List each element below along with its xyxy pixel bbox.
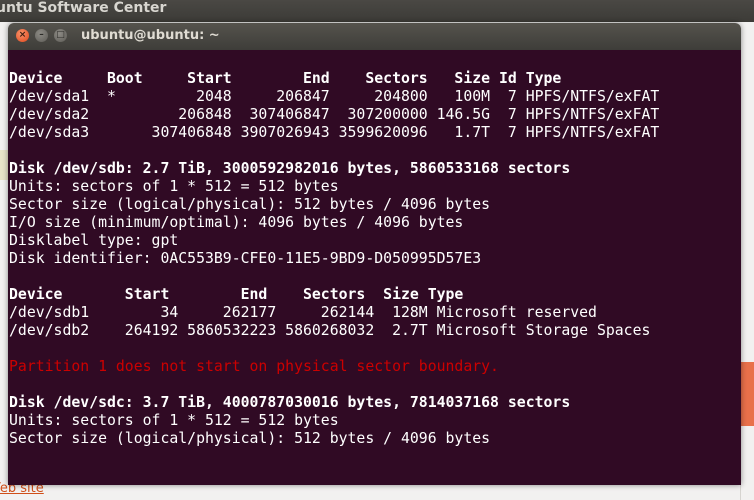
minimize-button[interactable]: –: [35, 29, 48, 42]
terminal-line: Disk /dev/sdc: 3.7 TiB, 4000787030016 by…: [9, 394, 571, 411]
terminal-line: Units: sectors of 1 * 512 = 512 bytes: [9, 178, 339, 195]
minimize-icon: –: [39, 30, 44, 40]
terminal-line: /dev/sda1 * 2048 206847 204800 100M 7 HP…: [9, 88, 660, 105]
background-highlight-strip: [0, 150, 8, 180]
close-button[interactable]: ×: [16, 29, 29, 42]
terminal-line: Device Start End Sectors Size Type: [9, 286, 464, 303]
terminal-line: Units: sectors of 1 * 512 = 512 bytes: [9, 412, 339, 429]
terminal-line: /dev/sda2 206848 307406847 307200000 146…: [9, 106, 660, 123]
terminal-titlebar[interactable]: × – □ ubuntu@ubuntu: ~: [8, 23, 741, 50]
terminal-line: Sector size (logical/physical): 512 byte…: [9, 430, 491, 447]
terminal-line: /dev/sdb2 264192 5860532223 5860268032 2…: [9, 322, 651, 339]
terminal-output: Device Boot Start End Sectors Size Id Ty…: [9, 70, 659, 448]
terminal-line: Disk /dev/sdb: 2.7 TiB, 3000592982016 by…: [9, 160, 571, 177]
terminal-line: Disklabel type: gpt: [9, 232, 179, 249]
terminal-line: Sector size (logical/physical): 512 byte…: [9, 196, 491, 213]
background-accent-panel: [740, 362, 754, 426]
terminal-line: /dev/sda3 307406848 3907026943 359962009…: [9, 124, 660, 141]
terminal-error-line: Partition 1 does not start on physical s…: [9, 358, 499, 375]
close-icon: ×: [18, 30, 27, 40]
terminal-line: I/O size (minimum/optimal): 4096 bytes /…: [9, 214, 464, 231]
terminal-line: Device Boot Start End Sectors Size Id Ty…: [9, 70, 562, 87]
terminal-title: ubuntu@ubuntu: ~: [81, 28, 220, 43]
maximize-icon: □: [56, 30, 65, 40]
maximize-button[interactable]: □: [54, 29, 67, 42]
terminal-window[interactable]: × – □ ubuntu@ubuntu: ~ Device Boot Start…: [8, 23, 741, 485]
terminal-line: /dev/sdb1 34 262177 262144 128M Microsof…: [9, 304, 597, 321]
terminal-line: Disk identifier: 0AC553B9-CFE0-11E5-9BD9…: [9, 250, 482, 267]
background-window-title: untu Software Center: [0, 0, 167, 16]
background-window-titlebar[interactable]: untu Software Center: [0, 0, 754, 22]
background-side-panel: [740, 430, 754, 500]
terminal-screen[interactable]: Device Boot Start End Sectors Size Id Ty…: [8, 50, 741, 485]
